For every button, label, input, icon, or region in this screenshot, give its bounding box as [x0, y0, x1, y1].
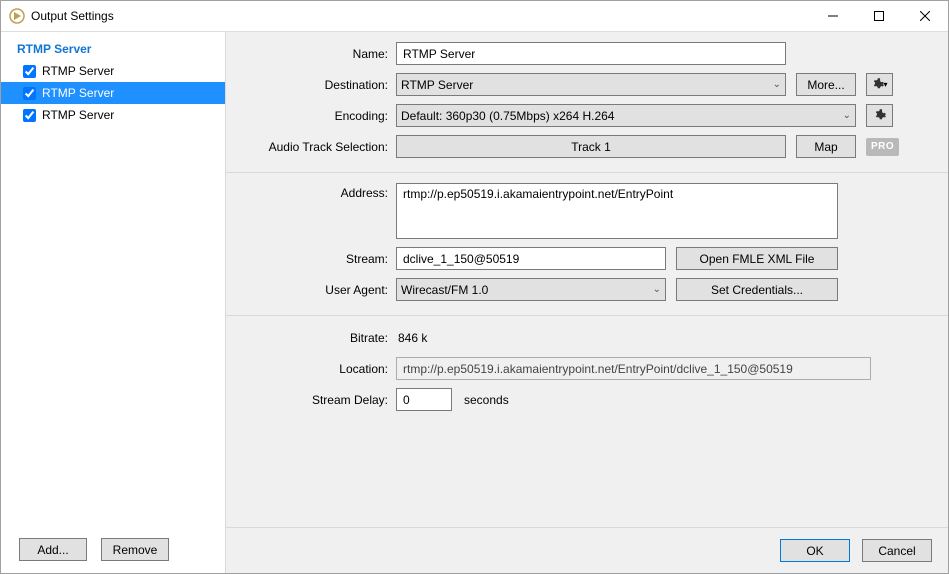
server-item-label: RTMP Server — [42, 108, 114, 122]
minimize-button[interactable] — [810, 1, 856, 31]
ok-button[interactable]: OK — [780, 539, 850, 562]
set-credentials-button[interactable]: Set Credentials... — [676, 278, 838, 301]
panel-connection: Address: rtmp://p.ep50519.i.akamaientryp… — [226, 172, 948, 315]
server-checkbox[interactable] — [23, 65, 36, 78]
useragent-select[interactable]: Wirecast/FM 1.0 ⌄ — [396, 278, 666, 301]
server-list: RTMP Server RTMP Server RTMP Server — [1, 60, 225, 526]
titlebar: Output Settings — [1, 1, 948, 32]
chevron-down-icon: ▾ — [883, 80, 887, 89]
add-button[interactable]: Add... — [19, 538, 87, 561]
stream-delay-label: Stream Delay: — [242, 393, 396, 407]
destination-gear-button[interactable]: ▾ — [866, 73, 893, 96]
sidebar: RTMP Server RTMP Server RTMP Server RTMP… — [1, 32, 226, 573]
pro-badge: PRO — [866, 138, 899, 156]
gear-icon — [873, 109, 887, 123]
server-list-item[interactable]: RTMP Server — [1, 104, 225, 126]
encoding-select[interactable]: Default: 360p30 (0.75Mbps) x264 H.264 ⌄ — [396, 104, 856, 127]
bitrate-label: Bitrate: — [242, 331, 396, 345]
useragent-label: User Agent: — [242, 283, 396, 297]
encoding-value: Default: 360p30 (0.75Mbps) x264 H.264 — [401, 109, 614, 123]
server-item-label: RTMP Server — [42, 86, 114, 100]
stream-delay-input[interactable] — [396, 388, 452, 411]
audio-track-label: Audio Track Selection: — [242, 140, 396, 154]
destination-select[interactable]: RTMP Server ⌄ — [396, 73, 786, 96]
more-button[interactable]: More... — [796, 73, 856, 96]
window-title: Output Settings — [31, 9, 810, 23]
server-checkbox[interactable] — [23, 109, 36, 122]
chevron-down-icon: ⌄ — [647, 284, 661, 295]
open-fmle-button[interactable]: Open FMLE XML File — [676, 247, 838, 270]
destination-value: RTMP Server — [401, 78, 473, 92]
encoding-label: Encoding: — [242, 109, 396, 123]
server-list-item[interactable]: RTMP Server — [1, 60, 225, 82]
remove-button[interactable]: Remove — [101, 538, 169, 561]
chevron-down-icon: ⌄ — [767, 79, 781, 90]
location-label: Location: — [242, 362, 396, 376]
chevron-down-icon: ⌄ — [837, 110, 851, 121]
panel-status: Bitrate: 846 k Location: rtmp://p.ep5051… — [226, 315, 948, 425]
name-label: Name: — [242, 47, 396, 61]
audio-track-button[interactable]: Track 1 — [396, 135, 786, 158]
map-button[interactable]: Map — [796, 135, 856, 158]
main-panel: Name: Destination: RTMP Server ⌄ More...… — [226, 32, 948, 573]
panel-general: Name: Destination: RTMP Server ⌄ More...… — [226, 32, 948, 172]
cancel-button[interactable]: Cancel — [862, 539, 932, 562]
address-textarea[interactable]: rtmp://p.ep50519.i.akamaientrypoint.net/… — [396, 183, 838, 239]
name-input[interactable] — [396, 42, 786, 65]
location-value: rtmp://p.ep50519.i.akamaientrypoint.net/… — [396, 357, 871, 380]
address-label: Address: — [242, 183, 396, 200]
stream-delay-unit: seconds — [462, 393, 509, 407]
server-list-item[interactable]: RTMP Server — [1, 82, 225, 104]
sidebar-header: RTMP Server — [1, 32, 225, 60]
app-icon — [9, 8, 25, 24]
close-button[interactable] — [902, 1, 948, 31]
encoding-gear-button[interactable] — [866, 104, 893, 127]
server-item-label: RTMP Server — [42, 64, 114, 78]
destination-label: Destination: — [242, 78, 396, 92]
useragent-value: Wirecast/FM 1.0 — [401, 283, 488, 297]
maximize-button[interactable] — [856, 1, 902, 31]
stream-input[interactable] — [396, 247, 666, 270]
server-checkbox[interactable] — [23, 87, 36, 100]
stream-label: Stream: — [242, 252, 396, 266]
bitrate-value: 846 k — [396, 331, 427, 345]
dialog-footer: OK Cancel — [226, 527, 948, 573]
